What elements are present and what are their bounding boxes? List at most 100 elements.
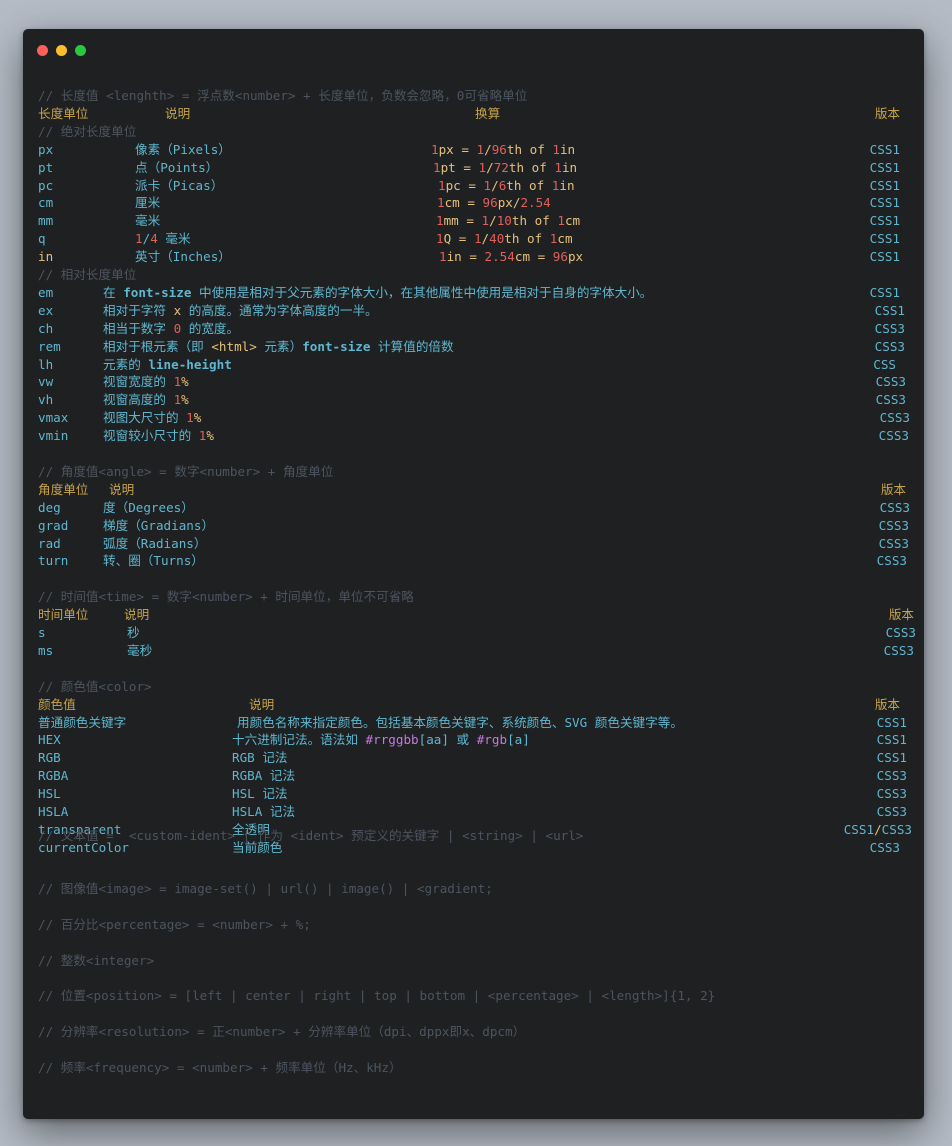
desc-cell-token: font-size: [302, 338, 371, 354]
unit-cell: grad: [38, 517, 69, 533]
unit-cell: deg: [38, 499, 61, 515]
conversion-cell-token: 1: [478, 159, 487, 175]
table-row: px 像素（Pixels） 1px = 1/96th of 1in CSS1: [23, 141, 924, 159]
version-cell: CSS3: [875, 392, 906, 408]
unit-cell: px: [38, 141, 54, 157]
comment-line: // 文本值 = <custom-ident> | 作为 <ident> 预定义…: [23, 827, 924, 845]
unit-cell: q: [38, 231, 46, 247]
desc-cell: RGB 记法: [232, 750, 288, 766]
header-unit: 长度单位: [38, 105, 89, 121]
version-cell: CSS3: [876, 786, 907, 802]
desc-cell-token: 4: [150, 231, 158, 247]
unit-cell: mm: [38, 213, 54, 229]
minimize-window-button[interactable]: [56, 45, 67, 56]
desc-cell-token: 十六进制记法。语法如: [232, 732, 366, 748]
conversion-cell-token: th of: [506, 141, 553, 157]
header-unit: 颜色值: [38, 696, 76, 712]
desc-cell: 弧度（Radians）: [103, 535, 207, 551]
table-row: RGB RGB 记法 CSS1: [23, 749, 924, 767]
desc-cell-token: 或: [448, 732, 477, 748]
maximize-window-button[interactable]: [75, 45, 86, 56]
desc-cell: 相对于字符 x 的高度。通常为字体高度的一半。: [103, 302, 378, 320]
desc-cell-token: [aa]: [418, 732, 449, 748]
table-row: vmax 视图大尺寸的 1% CSS3: [23, 409, 924, 427]
unit-cell: pt: [38, 159, 54, 175]
desc-cell: 像素（Pixels）: [135, 141, 231, 157]
desc-cell-token: 相当于数字: [103, 320, 174, 336]
conversion-cell-token: 1: [554, 159, 562, 175]
absolute-units-comment: // 绝对长度单位: [23, 123, 924, 141]
desc-cell: 转、圈（Turns）: [103, 553, 204, 569]
desc-cell-token: 的高度。通常为字体高度的一半。: [181, 302, 378, 318]
table-row: grad 梯度（Gradians） CSS3: [23, 517, 924, 535]
unit-cell: vmax: [38, 410, 69, 426]
version-cell: CSS1: [869, 141, 900, 157]
conversion-cell: 1pt = 1/72th of 1in: [433, 159, 577, 177]
unit-cell: RGB: [38, 750, 61, 766]
desc-cell-token: 中使用是相对于父元素的字体大小，在其他属性中使用是相对于自身的字体大小。: [191, 284, 653, 300]
desc-cell-token: %: [181, 392, 189, 408]
desc-cell-token: 的宽度。: [181, 320, 240, 336]
unit-cell: rad: [38, 535, 61, 551]
comment-text: // 颜色值<color>: [38, 678, 152, 694]
desc-cell: HSLA 记法: [232, 804, 296, 819]
desc-cell: 厘米: [135, 195, 161, 211]
table-row: q 1/4 毫米 1Q = 1/40th of 1cm CSS1: [23, 230, 924, 248]
unit-cell: in: [38, 249, 54, 265]
header-unit: 时间单位: [38, 607, 89, 623]
desc-cell-token: 1: [135, 231, 143, 247]
comment-text: // 频率<frequency> = <number> + 频率单位（Hz、kH…: [38, 1060, 402, 1075]
code-window: // 长度值 <lenghth> = 浮点数<number> + 长度单位，负数…: [23, 29, 924, 1119]
table-row: HSL HSL 记法 CSS3: [23, 785, 924, 803]
version-cell: CSS1: [876, 750, 907, 766]
desc-cell-token: 1: [186, 410, 194, 426]
desc-cell-token: <html>: [211, 338, 257, 354]
conversion-cell-token: 1: [438, 177, 446, 193]
comment-line: // 位置<position> = [left | center | right…: [23, 987, 924, 1005]
version-cell: CSS1: [869, 159, 900, 175]
close-window-button[interactable]: [37, 45, 48, 56]
unit-cell: 普通颜色关键字: [38, 714, 127, 730]
conversion-cell-token: 96: [491, 141, 507, 157]
table-row: vmin 视窗较小尺寸的 1% CSS3: [23, 427, 924, 445]
desc-cell-token: [a]: [507, 732, 530, 748]
comment-text: // 长度值 <lenghth> = 浮点数<number> + 长度单位，负数…: [38, 88, 528, 103]
version-cell: CSS3: [883, 642, 914, 658]
desc-cell-token: #rgb: [476, 732, 508, 748]
conversion-cell-token: in: [561, 159, 578, 175]
comment-line: // 图像值<image> = image-set() | url() | im…: [23, 880, 924, 898]
relative-units-comment: // 相对长度单位: [23, 266, 924, 284]
conversion-cell-token: th of: [504, 231, 550, 247]
conversion-cell: 1pc = 1/6th of 1in: [438, 177, 575, 195]
version-cell: CSS1: [876, 714, 907, 730]
conversion-cell-token: 1: [557, 213, 565, 229]
version-cell: CSS3: [874, 338, 905, 354]
version-cell: CSS1: [869, 195, 900, 211]
unit-cell: lh: [38, 356, 54, 372]
conversion-cell-token: cm: [564, 213, 581, 229]
angle-comment: // 角度值<angle> = 数字<number> + 角度单位: [23, 463, 924, 481]
conversion-cell-token: 2.54: [484, 249, 515, 265]
desc-cell-token: 元素的: [103, 356, 149, 372]
desc-cell: 相当于数字 0 的宽度。: [103, 320, 239, 338]
conversion-cell-token: 96: [482, 195, 498, 211]
conversion-cell-token: 1: [431, 141, 439, 157]
conversion-cell: 1Q = 1/40th of 1cm: [436, 230, 573, 248]
desc-cell-token: 视窗高度的: [103, 392, 174, 408]
comment-text: // 相对长度单位: [38, 267, 137, 282]
unit-cell: rem: [38, 338, 61, 354]
length-header-row: 长度单位 说明 换算 版本: [23, 105, 924, 123]
header-unit: 角度单位: [38, 481, 89, 497]
conversion-cell-token: 96: [552, 249, 568, 265]
unit-cell: RGBA: [38, 768, 69, 784]
desc-cell: 英寸（Inches）: [135, 249, 231, 265]
unit-cell: turn: [38, 553, 69, 569]
conversion-cell-token: pt =: [440, 159, 479, 175]
version-cell: CSS1: [869, 249, 900, 265]
table-row: mm 毫米 1mm = 1/10th of 1cm CSS1: [23, 212, 924, 230]
table-row: pc 派卡（Picas） 1pc = 1/6th of 1in CSS1: [23, 177, 924, 195]
unit-cell: em: [38, 284, 54, 300]
desc-cell: 十六进制记法。语法如 #rrggbb[aa] 或 #rgb[a]: [232, 731, 530, 749]
table-row: pt 点（Points） 1pt = 1/72th of 1in CSS1: [23, 159, 924, 177]
header-version: 版本: [880, 481, 906, 497]
